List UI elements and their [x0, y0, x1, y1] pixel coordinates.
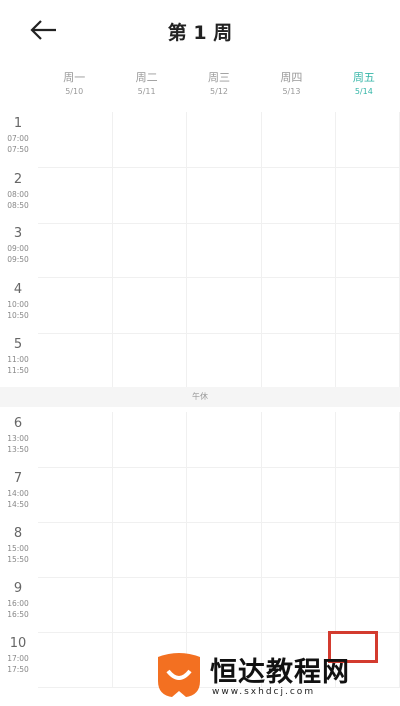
schedule-cell[interactable]	[261, 467, 336, 523]
schedule-cell[interactable]	[261, 112, 336, 168]
schedule-cell[interactable]	[336, 522, 400, 578]
period-number: 3	[13, 226, 23, 241]
schedule-cell[interactable]	[112, 412, 187, 468]
day-fri-today: 周五 5/14	[352, 71, 375, 96]
schedule-cell[interactable]	[38, 222, 113, 278]
period-number: 2	[13, 172, 23, 187]
schedule-cell[interactable]	[38, 112, 113, 168]
period-label: 4 10:00 10:50	[0, 278, 36, 321]
period-end-time: 14:50	[7, 500, 29, 509]
schedule-cell[interactable]	[336, 333, 400, 389]
schedule-cell[interactable]	[261, 278, 336, 334]
schedule-cell[interactable]	[38, 632, 113, 688]
period-end-time: 08:50	[7, 201, 29, 210]
schedule-cell[interactable]	[336, 222, 400, 278]
period-end-time: 09:50	[7, 255, 29, 264]
day-tue: 周二 5/11	[135, 71, 158, 96]
schedule-cell[interactable]	[38, 522, 113, 578]
watermark: 恒达教程网 www.sxhdcj.com	[148, 647, 400, 706]
schedule-cell[interactable]	[187, 412, 262, 468]
schedule-cell[interactable]	[336, 112, 400, 168]
schedule-cell[interactable]	[336, 168, 400, 224]
period-start-time: 17:00	[7, 654, 29, 663]
page-title: 第 1 周	[167, 22, 233, 44]
period-label: 10 17:00 17:50	[0, 632, 36, 675]
period-start-time: 10:00	[7, 300, 29, 309]
period-end-time: 13:50	[7, 445, 29, 454]
day-mon: 周一 5/10	[63, 71, 86, 96]
schedule-cell[interactable]	[261, 577, 336, 633]
day-wed: 周三 5/12	[208, 71, 231, 96]
schedule-cell[interactable]	[261, 333, 336, 389]
period-number: 6	[13, 416, 23, 431]
period-start-time: 15:00	[7, 544, 29, 553]
schedule-cell[interactable]	[38, 467, 113, 523]
schedule-cell[interactable]	[336, 577, 400, 633]
period-label: 6 13:00 13:50	[0, 412, 36, 455]
period-number: 5	[13, 337, 23, 352]
period-number: 10	[9, 636, 27, 651]
watermark-url: www.sxhdcj.com	[212, 687, 316, 697]
period-number: 9	[13, 581, 23, 596]
period-label: 7 14:00 14:50	[0, 467, 36, 510]
schedule-cell[interactable]	[336, 278, 400, 334]
period-end-time: 10:50	[7, 311, 29, 320]
period-start-time: 07:00	[7, 134, 29, 143]
schedule-cell[interactable]	[187, 222, 262, 278]
schedule-cell[interactable]	[112, 278, 187, 334]
period-number: 7	[13, 471, 23, 486]
watermark-text: 恒达教程网	[210, 657, 350, 688]
period-start-time: 13:00	[7, 434, 29, 443]
schedule-cell[interactable]	[187, 577, 262, 633]
schedule-cell[interactable]	[112, 333, 187, 389]
schedule-cell[interactable]	[38, 412, 113, 468]
schedule-cell[interactable]	[261, 412, 336, 468]
period-label: 3 09:00 09:50	[0, 222, 36, 265]
schedule-cell[interactable]	[261, 522, 336, 578]
schedule-cell[interactable]	[261, 222, 336, 278]
schedule-cell[interactable]	[38, 577, 113, 633]
schedule-cell[interactable]	[336, 412, 400, 468]
schedule-cell[interactable]	[112, 222, 187, 278]
schedule-cell[interactable]	[112, 112, 187, 168]
noon-break-label: 午休	[0, 387, 400, 407]
period-start-time: 11:00	[7, 355, 29, 364]
watermark-logo-icon	[158, 653, 200, 697]
schedule-cell[interactable]	[187, 333, 262, 389]
schedule-cell[interactable]	[187, 522, 262, 578]
period-label: 1 07:00 07:50	[0, 112, 36, 155]
schedule-cell[interactable]	[38, 278, 113, 334]
schedule-cell[interactable]	[261, 168, 336, 224]
day-thu: 周四 5/13	[280, 71, 303, 96]
period-number: 8	[13, 526, 23, 541]
header: 第 1 周	[0, 0, 400, 62]
schedule-cell[interactable]	[187, 278, 262, 334]
schedule-cell[interactable]	[112, 577, 187, 633]
period-label: 5 11:00 11:50	[0, 333, 36, 376]
period-label: 2 08:00 08:50	[0, 168, 36, 211]
period-label: 8 15:00 15:50	[0, 522, 36, 565]
period-start-time: 09:00	[7, 244, 29, 253]
schedule-cell[interactable]	[38, 333, 113, 389]
schedule-cell[interactable]	[112, 522, 187, 578]
schedule-cell[interactable]	[38, 168, 113, 224]
period-end-time: 16:50	[7, 610, 29, 619]
period-start-time: 08:00	[7, 190, 29, 199]
period-number: 1	[13, 116, 23, 131]
weekday-header: 周一 5/10 周二 5/11 周三 5/12 周四 5/13 周五 5/14	[38, 70, 400, 104]
schedule-cell[interactable]	[336, 467, 400, 523]
schedule-cell[interactable]	[112, 168, 187, 224]
period-end-time: 17:50	[7, 665, 29, 674]
period-number: 4	[13, 282, 23, 297]
period-end-time: 11:50	[7, 366, 29, 375]
period-end-time: 15:50	[7, 555, 29, 564]
period-start-time: 14:00	[7, 489, 29, 498]
schedule-cell[interactable]	[112, 467, 187, 523]
period-label: 9 16:00 16:50	[0, 577, 36, 620]
period-start-time: 16:00	[7, 599, 29, 608]
period-end-time: 07:50	[7, 145, 29, 154]
schedule-cell[interactable]	[187, 467, 262, 523]
schedule-cell[interactable]	[187, 112, 262, 168]
schedule-cell[interactable]	[187, 168, 262, 224]
